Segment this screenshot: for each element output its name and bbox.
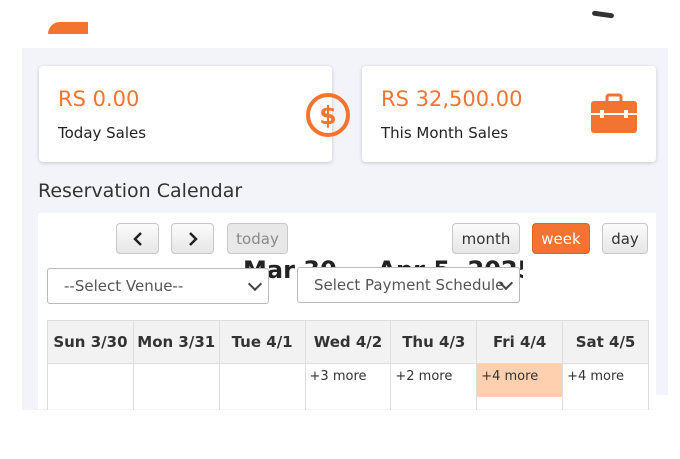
day-cell-sun[interactable] [47,363,134,411]
corner-mark [591,10,615,19]
dollar-circle-icon: $ [305,92,351,142]
month-view-button[interactable]: month [452,223,520,254]
day-cell-tue[interactable] [218,363,306,411]
today-sales-card: RS 0.00 Today Sales $ [39,66,350,162]
bottom-crop [0,410,680,459]
today-button[interactable]: today [227,223,288,254]
month-sales-amount: RS 32,500.00 [381,87,523,111]
day-cell-fri-today[interactable]: +4 more [476,363,564,411]
payment-schedule-select[interactable]: Select Payment Schedule [297,267,520,303]
day-header-wed[interactable]: Wed 4/2 [304,320,392,364]
today-sales-amount: RS 0.00 [58,87,140,111]
more-link[interactable]: +2 more [391,364,476,384]
day-header-sun[interactable]: Sun 3/30 [47,320,134,364]
venue-select-value: --Select Venue-- [64,277,184,295]
day-header-fri[interactable]: Fri 4/4 [476,320,564,364]
prev-week-button[interactable] [116,223,159,254]
more-link[interactable] [48,364,133,369]
chevron-right-icon [188,231,198,246]
venue-select[interactable]: --Select Venue-- [47,268,269,304]
payment-schedule-value: Select Payment Schedule [314,276,505,294]
day-view-button[interactable]: day [602,223,648,254]
chevron-down-icon [247,276,263,292]
week-view-button[interactable]: week [532,223,590,254]
month-sales-card: RS 32,500.00 This Month Sales [362,66,656,162]
today-sales-label: Today Sales [58,124,147,142]
section-title: Reservation Calendar [38,180,243,202]
more-link[interactable]: +3 more [306,364,391,384]
more-link[interactable] [220,364,305,369]
day-cell-mon[interactable] [132,363,220,411]
day-header-sat[interactable]: Sat 4/5 [562,320,649,364]
chevron-left-icon [132,231,142,246]
day-header-tue[interactable]: Tue 4/1 [218,320,306,364]
svg-text:$: $ [319,101,336,130]
briefcase-icon [590,92,638,138]
month-sales-label: This Month Sales [381,124,509,142]
day-cell-wed[interactable]: +3 more [304,363,392,411]
more-link[interactable] [134,364,219,369]
day-header-thu[interactable]: Thu 4/3 [390,320,478,364]
right-crop [650,395,680,459]
next-week-button[interactable] [171,223,214,254]
day-cell-sat[interactable]: +4 more [562,363,649,411]
more-link[interactable]: +4 more [477,364,563,397]
header-accent [48,22,88,34]
week-grid: Sun 3/30 Mon 3/31 Tue 4/1 Wed 4/2 Thu 4/… [47,320,649,411]
more-link[interactable]: +4 more [563,364,648,384]
day-header-mon[interactable]: Mon 3/31 [132,320,220,364]
day-cell-thu[interactable]: +2 more [390,363,478,411]
